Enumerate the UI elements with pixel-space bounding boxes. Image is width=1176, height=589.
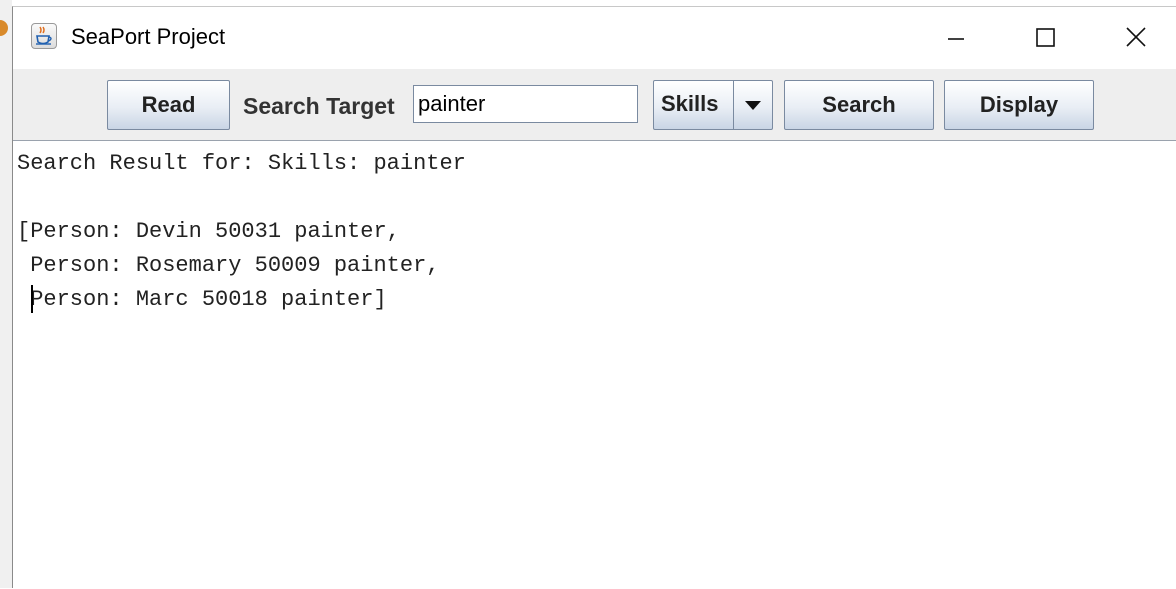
close-button[interactable]: [1114, 15, 1158, 59]
search-type-selected: Skills: [661, 91, 719, 116]
window-title: SeaPort Project: [71, 24, 226, 49]
title-bar[interactable]: SeaPort Project: [13, 7, 1176, 69]
search-button[interactable]: Search: [784, 80, 934, 130]
output-line: Person: Marc 50018 painter]: [17, 287, 387, 312]
text-caret: [31, 285, 33, 313]
close-icon: [1126, 27, 1146, 47]
caret-down-icon: [745, 101, 761, 110]
output-line: Person: Rosemary 50009 painter,: [17, 253, 440, 278]
output-line: [Person: Devin 50031 painter,: [17, 219, 400, 244]
minimize-button[interactable]: [934, 15, 978, 59]
search-type-dropdown[interactable]: Skills: [653, 80, 773, 130]
java-cup-icon: [31, 23, 57, 49]
maximize-button[interactable]: [1024, 15, 1068, 59]
desktop-background: [0, 0, 12, 588]
output-text-area[interactable]: Search Result for: Skills: painter [Pers…: [13, 141, 1176, 589]
toolbar: Read Search Target Skills Search Display: [13, 69, 1176, 141]
search-target-label: Search Target: [243, 93, 395, 119]
dropdown-arrow-button[interactable]: [734, 81, 772, 129]
read-button[interactable]: Read: [107, 80, 230, 130]
seaport-window: SeaPort Project Read Search Target Skill…: [12, 6, 1176, 589]
output-line: Search Result for: Skills: painter: [17, 151, 466, 176]
maximize-icon: [1036, 28, 1055, 47]
desktop-icon-fragment: [0, 20, 8, 36]
search-target-input[interactable]: [413, 85, 638, 123]
minimize-icon: [948, 38, 964, 40]
display-button[interactable]: Display: [944, 80, 1094, 130]
